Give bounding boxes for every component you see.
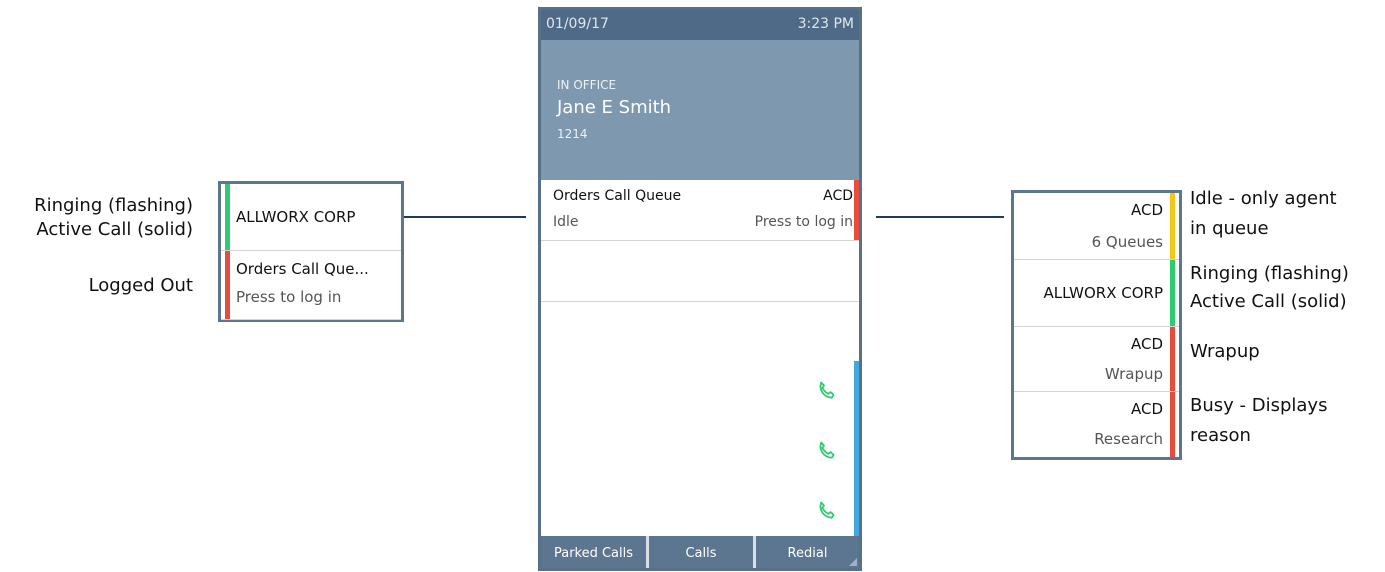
status-indicator-red: [1170, 392, 1175, 457]
right-key-panel: ACD 6 Queues ALLWORX CORP ACD Wrapup ACD…: [1011, 190, 1182, 460]
user-header: IN OFFICE Jane E Smith 1214: [541, 40, 859, 180]
left-key-orders-queue[interactable]: Orders Call Que... Press to log in: [221, 251, 401, 320]
key-action: Press to log in: [754, 214, 853, 230]
connector-right: [876, 216, 1004, 218]
label-idle-line1: Idle - only agent: [1190, 188, 1337, 209]
phone-handset-icon: [819, 501, 835, 519]
key-title: Orders Call Queue: [553, 188, 682, 204]
label-wrapup: Wrapup: [1190, 341, 1260, 362]
extension: 1214: [557, 127, 588, 141]
status-indicator-yellow: [1170, 193, 1175, 259]
right-key-acd-busy[interactable]: ACD Research: [1014, 392, 1179, 457]
status-indicator-green: [225, 184, 230, 250]
key-state: Idle: [553, 214, 579, 230]
line-key-empty[interactable]: [541, 241, 859, 302]
softkey-parked-calls[interactable]: Parked Calls: [541, 536, 646, 568]
line-key-call-appearance[interactable]: [541, 361, 859, 422]
status-indicator-red: [1170, 327, 1175, 391]
status-indicator-green: [1170, 260, 1175, 326]
line-key-empty[interactable]: [541, 302, 859, 363]
left-key-allworx[interactable]: ALLWORX CORP: [221, 184, 401, 251]
label-idle-line2: in queue: [1190, 218, 1269, 239]
key-title: ALLWORX CORP: [1043, 284, 1163, 302]
status-indicator-red: [854, 180, 859, 240]
status-indicator-red: [225, 251, 230, 319]
right-key-acd-queues[interactable]: ACD 6 Queues: [1014, 193, 1179, 260]
status-indicator-blue: [854, 421, 859, 481]
right-key-allworx[interactable]: ALLWORX CORP: [1014, 260, 1179, 327]
softkey-calls[interactable]: Calls: [649, 536, 753, 568]
line-key-call-appearance[interactable]: [541, 481, 859, 542]
key-title: Orders Call Que...: [236, 260, 369, 278]
presence-status: IN OFFICE: [557, 78, 617, 92]
clock: 3:23 PM: [797, 16, 854, 32]
phone-handset-icon: [819, 441, 835, 459]
status-bar: 01/09/17 3:23 PM: [541, 10, 859, 40]
line-key-orders-queue[interactable]: Orders Call Queue ACD Idle Press to log …: [541, 180, 859, 241]
line-key-call-appearance[interactable]: [541, 421, 859, 482]
user-name: Jane E Smith: [557, 97, 672, 118]
right-key-acd-wrapup[interactable]: ACD Wrapup: [1014, 327, 1179, 392]
key-subtitle: Press to log in: [236, 288, 342, 306]
softkey-bar: Parked Calls Calls Redial: [541, 536, 859, 568]
label-logged-out: Logged Out: [88, 275, 193, 296]
left-key-panel: ALLWORX CORP Orders Call Que... Press to…: [218, 181, 404, 322]
date: 01/09/17: [546, 16, 609, 32]
label-active-call: Active Call (solid): [36, 219, 193, 240]
key-title: ACD: [1130, 335, 1163, 353]
connector-left: [404, 216, 526, 218]
label-busy-line1: Busy - Displays: [1190, 395, 1328, 416]
label-ringing: Ringing (flashing): [34, 195, 193, 216]
key-type: ACD: [823, 188, 853, 204]
phone-handset-icon: [819, 381, 835, 399]
softkey-redial[interactable]: Redial: [756, 536, 859, 568]
label-ringing: Ringing (flashing): [1190, 263, 1349, 284]
resize-corner-icon: [849, 558, 857, 566]
status-indicator-blue: [854, 481, 859, 541]
phone-screen: 01/09/17 3:23 PM IN OFFICE Jane E Smith …: [538, 7, 862, 571]
key-subtitle: 6 Queues: [1091, 233, 1163, 251]
status-indicator-blue: [854, 361, 859, 421]
key-title: ACD: [1130, 201, 1163, 219]
key-title: ACD: [1130, 400, 1163, 418]
key-subtitle: Wrapup: [1104, 365, 1163, 383]
key-subtitle: Research: [1094, 430, 1163, 448]
label-busy-line2: reason: [1190, 425, 1251, 446]
label-active-call: Active Call (solid): [1190, 291, 1347, 312]
key-title: ALLWORX CORP: [236, 208, 356, 226]
